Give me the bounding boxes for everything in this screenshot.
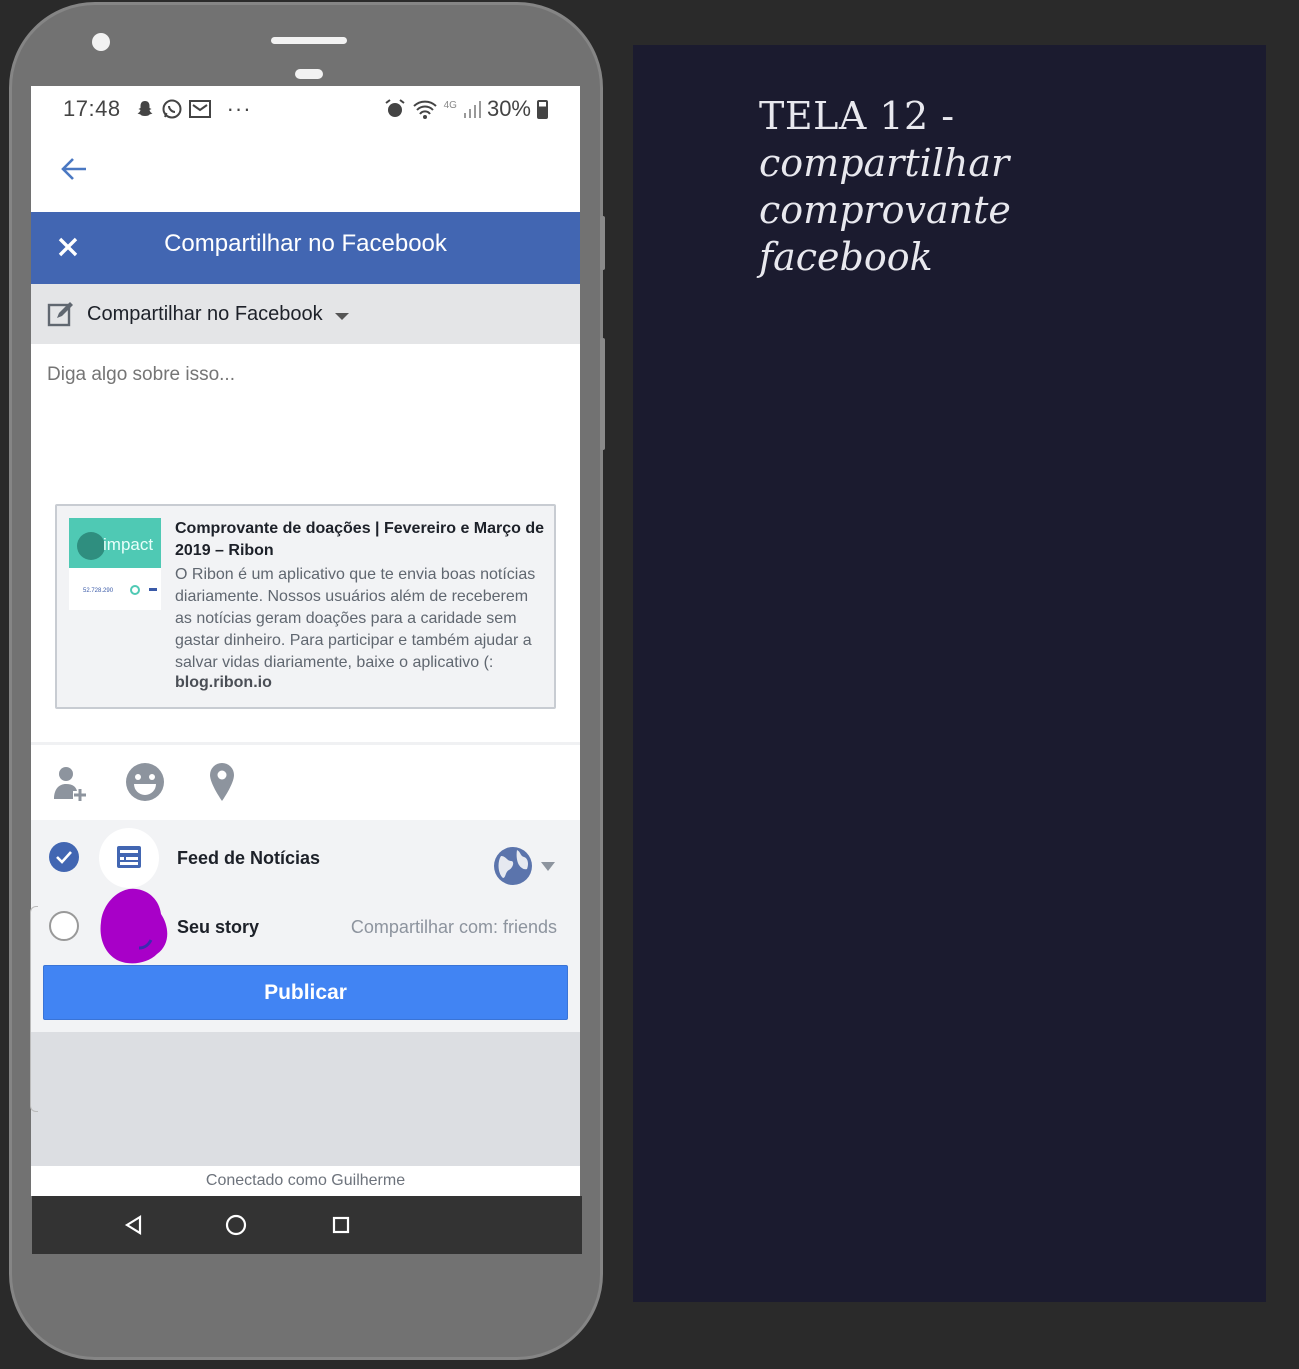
- globe-privacy-icon[interactable]: [493, 846, 533, 886]
- front-camera: [92, 33, 110, 51]
- edit-post-icon: [47, 302, 73, 327]
- nav-home-icon[interactable]: [224, 1213, 248, 1237]
- privacy-caret-icon[interactable]: [541, 862, 555, 871]
- android-nav-bar: [32, 1196, 582, 1254]
- preview-thumbnail: impact 52.728.290: [69, 518, 161, 610]
- preview-title: Comprovante de doações | Fevereiro e Mar…: [175, 520, 545, 559]
- share-destination-selector[interactable]: Compartilhar no Facebook: [31, 284, 580, 344]
- caption-line-3: comprovante: [759, 188, 1011, 232]
- earpiece-speaker: [271, 37, 347, 44]
- volume-button: [600, 216, 605, 270]
- share-with-text: Compartilhar com: friends: [350, 917, 557, 937]
- screen-caption: TELA 12 - compartilhar comprovante faceb…: [759, 93, 1011, 281]
- battery-percent: 30%: [486, 96, 531, 121]
- story-checkbox[interactable]: [49, 911, 79, 941]
- destination-label: Compartilhar no Facebook: [87, 302, 323, 325]
- publish-button[interactable]: Publicar: [43, 965, 568, 1020]
- network-type: 4G: [443, 100, 457, 111]
- alarm-icon: [385, 99, 405, 117]
- status-time: 17:48: [63, 96, 121, 121]
- drag-edge-handle: [30, 906, 38, 1112]
- status-bar: 17:48 ··· 4G 30%: [31, 86, 580, 132]
- signal-icon: [463, 101, 481, 118]
- story-avatar: [100, 888, 168, 964]
- story-label: Seu story: [177, 917, 260, 937]
- more-notifications-icon: ···: [226, 96, 252, 121]
- tag-friends-icon[interactable]: [49, 761, 91, 803]
- checkmark-icon: [56, 851, 72, 864]
- connected-as-text: Conectado como Guilherme: [205, 1172, 406, 1189]
- news-feed-icon: [117, 846, 141, 868]
- notification-icons: ···: [135, 96, 252, 122]
- thumbnail-logo-text: impact: [103, 535, 153, 554]
- mail-icon: [188, 100, 211, 118]
- nav-back-icon[interactable]: [122, 1213, 146, 1237]
- feeling-emoji-icon[interactable]: [124, 761, 166, 803]
- caption-line-2: compartilhar: [759, 141, 1010, 185]
- thumbnail-number: 52.728.290: [83, 588, 114, 594]
- news-feed-badge: [99, 828, 159, 888]
- location-pin-icon[interactable]: [201, 761, 243, 803]
- caption-line-4: facebook: [759, 235, 933, 279]
- proximity-sensor: [295, 69, 323, 79]
- feed-checkbox[interactable]: [49, 842, 79, 872]
- dialog-title: Compartilhar no Facebook: [164, 230, 447, 257]
- snapchat-icon: [137, 101, 153, 116]
- status-right: 4G 30%: [384, 96, 548, 122]
- nav-recents-icon[interactable]: [329, 1213, 353, 1237]
- empty-area: [31, 1032, 580, 1166]
- caption-line-1: TELA 12 -: [759, 94, 955, 138]
- post-text-input[interactable]: [47, 364, 547, 386]
- app-bar: [31, 132, 580, 212]
- feed-label: Feed de Notícias: [177, 848, 321, 868]
- phone-screen: 17:48 ··· 4G 30% Compartilhar no Faceboo…: [31, 86, 580, 1196]
- power-button: [600, 338, 605, 450]
- whatsapp-icon: [162, 99, 182, 119]
- preview-domain: blog.ribon.io: [175, 674, 272, 691]
- wifi-icon: [412, 100, 437, 119]
- caption-panel: TELA 12 - compartilhar comprovante faceb…: [633, 45, 1266, 1302]
- back-arrow-icon[interactable]: [59, 154, 89, 184]
- preview-description: O Ribon é um aplicativo que te envia boa…: [175, 566, 536, 671]
- battery-icon: [537, 99, 548, 119]
- dropdown-caret-icon: [334, 312, 349, 320]
- link-preview-card[interactable]: impact 52.728.290 Comprovante de doações…: [55, 504, 556, 709]
- share-dialog-header: Compartilhar no Facebook: [31, 212, 580, 284]
- post-actions-row: [31, 742, 580, 820]
